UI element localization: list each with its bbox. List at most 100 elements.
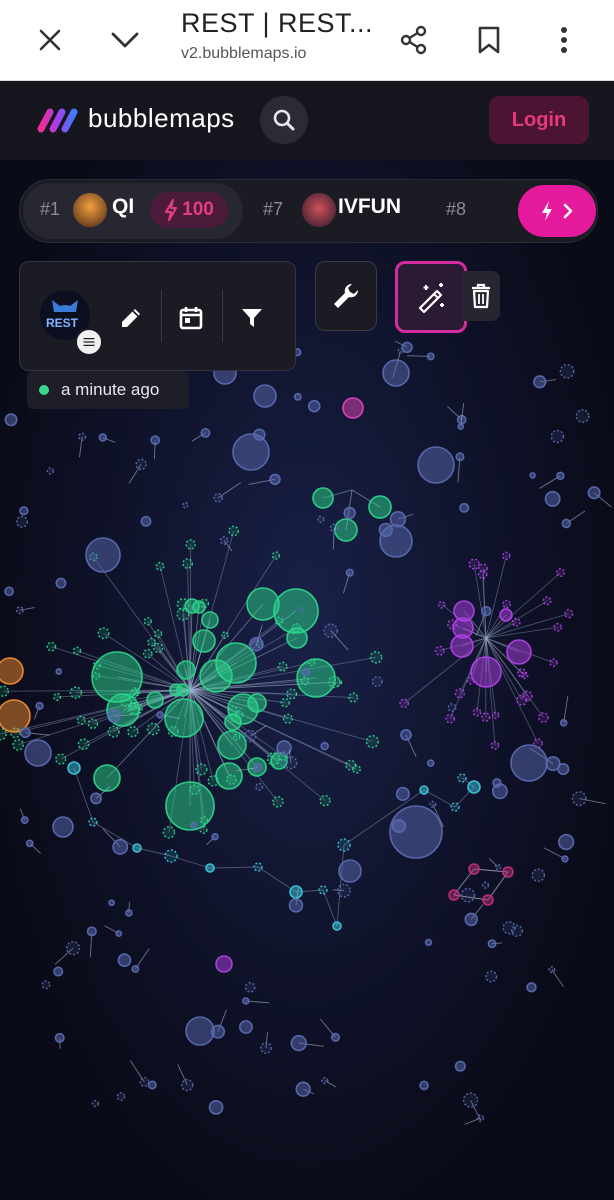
holder-bubble[interactable] (269, 473, 281, 486)
holder-bubble[interactable] (557, 762, 570, 776)
holder-bubble[interactable] (395, 786, 410, 801)
holder-bubble[interactable] (199, 659, 233, 693)
bookmark-icon[interactable] (463, 14, 515, 66)
holder-bubble[interactable] (319, 794, 331, 807)
holder-bubble[interactable] (321, 1076, 329, 1085)
holder-bubble[interactable] (185, 539, 196, 550)
holder-bubble[interactable] (66, 941, 81, 956)
holder-bubble[interactable] (468, 863, 480, 875)
holder-bubble[interactable] (318, 885, 328, 895)
holder-bubble[interactable] (459, 502, 470, 513)
holder-bubble[interactable] (4, 586, 14, 597)
holder-bubble[interactable] (330, 1032, 341, 1042)
holder-bubble[interactable] (337, 838, 351, 852)
holder-bubble[interactable] (69, 686, 83, 699)
holder-bubble[interactable] (20, 816, 29, 825)
holder-bubble[interactable] (320, 741, 329, 751)
holder-bubble[interactable] (468, 558, 480, 570)
holder-bubble[interactable] (190, 821, 198, 829)
holder-bubble[interactable] (559, 718, 568, 727)
holder-bubble[interactable] (253, 384, 277, 408)
holder-bubble[interactable] (485, 970, 498, 983)
holder-bubble[interactable] (243, 729, 257, 743)
holder-bubble[interactable] (146, 691, 164, 709)
holder-bubble[interactable] (548, 966, 556, 974)
holder-bubble[interactable] (450, 802, 460, 812)
holder-bubble[interactable] (448, 889, 460, 901)
holder-bubble[interactable] (78, 432, 87, 441)
holder-bubble[interactable] (15, 606, 24, 615)
holder-bubble[interactable] (135, 458, 147, 471)
holder-bubble[interactable] (501, 551, 511, 561)
holder-bubble[interactable] (155, 561, 165, 571)
holder-bubble[interactable] (153, 629, 163, 639)
holder-bubble[interactable] (289, 885, 303, 899)
holder-bubble[interactable] (253, 862, 263, 872)
filter-button[interactable] (232, 298, 272, 338)
holder-bubble[interactable] (131, 964, 140, 973)
holder-bubble[interactable] (348, 692, 359, 703)
holder-bubble[interactable] (467, 780, 481, 794)
holder-bubble[interactable] (91, 1099, 100, 1108)
holder-bubble[interactable] (454, 1060, 466, 1072)
calendar-button[interactable] (171, 298, 211, 338)
holder-bubble[interactable] (419, 1080, 429, 1091)
holder-bubble[interactable] (19, 727, 31, 739)
holder-bubble[interactable] (399, 698, 409, 709)
holder-bubble[interactable] (426, 352, 435, 361)
holder-bubble[interactable] (379, 524, 413, 558)
holder-bubble[interactable] (86, 926, 97, 937)
holder-bubble[interactable] (490, 741, 500, 750)
bubble-graph[interactable] (0, 81, 614, 1200)
holder-bubble[interactable] (107, 709, 121, 723)
holder-bubble[interactable] (213, 493, 223, 503)
holder-bubble[interactable] (260, 1041, 273, 1054)
holder-bubble[interactable] (470, 656, 502, 688)
holder-bubble[interactable] (232, 433, 270, 471)
holder-bubble[interactable] (516, 694, 528, 706)
trending-next-button[interactable] (518, 185, 596, 237)
holder-bubble[interactable] (156, 711, 164, 719)
edit-button[interactable] (111, 298, 151, 338)
holder-bubble[interactable] (35, 701, 44, 711)
holder-bubble[interactable] (215, 762, 243, 790)
holder-bubble[interactable] (587, 486, 601, 500)
holder-bubble[interactable] (280, 697, 290, 708)
holder-bubble[interactable] (464, 912, 478, 927)
holder-bubble[interactable] (526, 982, 537, 993)
delete-button[interactable] (462, 271, 500, 321)
wrench-button[interactable] (315, 261, 377, 331)
holder-bubble[interactable] (147, 1080, 157, 1090)
holder-bubble[interactable] (211, 832, 219, 841)
holder-bubble[interactable] (117, 953, 132, 968)
holder-bubble[interactable] (529, 472, 536, 479)
holder-bubble[interactable] (549, 658, 558, 667)
holder-bubble[interactable] (571, 791, 587, 807)
holder-bubble[interactable] (208, 1099, 224, 1115)
holder-bubble[interactable] (502, 866, 514, 878)
holder-bubble[interactable] (329, 523, 339, 533)
holder-bubble[interactable] (332, 921, 342, 931)
holder-bubble[interactable] (276, 740, 292, 756)
holder-bubble[interactable] (108, 899, 116, 907)
holder-bubble[interactable] (87, 718, 99, 730)
holder-bubble[interactable] (342, 397, 364, 419)
holder-bubble[interactable] (334, 518, 358, 542)
logo-text[interactable]: bubblemaps (88, 103, 235, 134)
holder-bubble[interactable] (162, 826, 176, 839)
holder-bubble[interactable] (55, 668, 63, 675)
holder-bubble[interactable] (249, 636, 264, 652)
holder-bubble[interactable] (242, 997, 250, 1005)
holder-bubble[interactable] (502, 599, 511, 609)
holder-bubble[interactable] (282, 713, 293, 724)
holder-bubble[interactable] (336, 883, 352, 898)
holder-bubble[interactable] (90, 792, 103, 805)
holder-bubble[interactable] (555, 568, 565, 578)
holder-bubble[interactable] (481, 712, 491, 722)
holder-bubble[interactable] (544, 490, 561, 507)
holder-bubble[interactable] (368, 495, 392, 519)
holder-bubble[interactable] (290, 1034, 307, 1052)
holder-bubble[interactable] (165, 781, 215, 831)
holder-bubble[interactable] (561, 855, 569, 863)
holder-bubble[interactable] (480, 605, 492, 617)
